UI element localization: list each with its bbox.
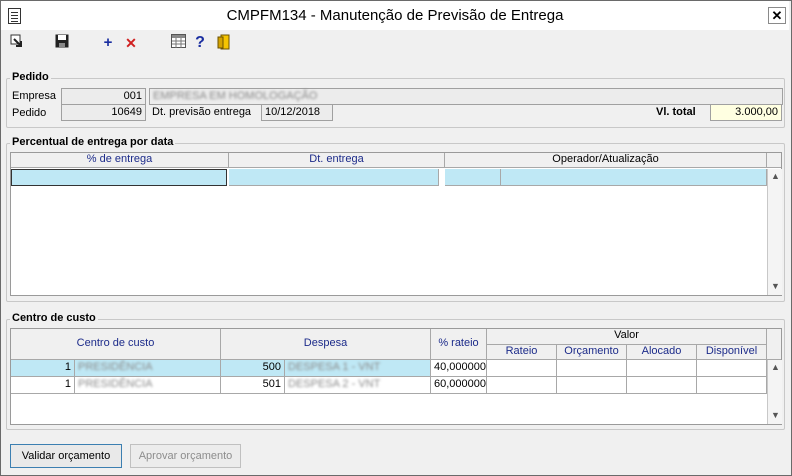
desp-name-cell: DESPESA 1 - VNT bbox=[285, 360, 431, 377]
rateio-pct-cell[interactable]: 40,000000 bbox=[431, 360, 487, 377]
aprovar-orcamento-button[interactable]: Aprovar orçamento bbox=[130, 444, 241, 468]
dt-previsao-field[interactable]: 10/12/2018 bbox=[261, 104, 333, 121]
centro-grid: Centro de custo Despesa % rateio Valor R… bbox=[10, 328, 782, 425]
disponivel-cell bbox=[697, 377, 767, 394]
title-bar: CMPFM134 - Manutenção de Previsão de Ent… bbox=[1, 1, 789, 30]
col-header-despesa[interactable]: Despesa bbox=[221, 329, 431, 360]
cc-name-text: PRESIDÊNCIA bbox=[78, 378, 153, 390]
desp-code-cell[interactable]: 500 bbox=[221, 360, 285, 377]
operador-cell[interactable] bbox=[445, 169, 501, 186]
table-row[interactable]: 1 PRESIDÊNCIA 501 DESPESA 2 - VNT 60,000… bbox=[11, 377, 767, 394]
total-field[interactable]: 3.000,00 bbox=[710, 104, 782, 121]
scroll-up-icon[interactable]: ▲ bbox=[768, 362, 783, 372]
add-icon[interactable]: + bbox=[99, 34, 117, 52]
col-header-valor: Valor bbox=[487, 329, 767, 345]
percentual-scrollbar[interactable]: ▲ ▼ bbox=[767, 169, 782, 295]
pedido-number-field[interactable]: 10649 bbox=[61, 104, 146, 121]
desp-name-text: DESPESA 2 - VNT bbox=[288, 378, 381, 390]
col-header-rateio-pct[interactable]: % rateio bbox=[431, 329, 487, 360]
col-header-operador[interactable]: Operador/Atualização bbox=[445, 153, 767, 168]
col-header-centro[interactable]: Centro de custo bbox=[11, 329, 221, 360]
rateio-cell bbox=[487, 377, 557, 394]
grid-corner bbox=[767, 153, 781, 168]
close-button[interactable]: ✕ bbox=[768, 7, 786, 24]
scroll-down-icon[interactable]: ▼ bbox=[768, 281, 783, 291]
rateio-cell bbox=[487, 360, 557, 377]
col-header-alocado[interactable]: Alocado bbox=[627, 345, 697, 360]
cc-code-cell[interactable]: 1 bbox=[11, 360, 75, 377]
help-icon[interactable]: ? bbox=[191, 34, 209, 52]
scroll-down-icon[interactable]: ▼ bbox=[768, 410, 783, 420]
rateio-pct-cell[interactable]: 60,000000 bbox=[431, 377, 487, 394]
validar-orcamento-button[interactable]: Validar orçamento bbox=[10, 444, 122, 468]
pct-entrega-input[interactable] bbox=[11, 169, 227, 186]
col-header-disponivel[interactable]: Disponível bbox=[697, 345, 767, 360]
exit-arrow-icon[interactable] bbox=[8, 34, 26, 52]
disponivel-cell bbox=[697, 360, 767, 377]
cc-name-text: PRESIDÊNCIA bbox=[78, 361, 153, 373]
empresa-label: Empresa bbox=[12, 90, 57, 102]
percentual-group-title: Percentual de entrega por data bbox=[10, 136, 176, 148]
col-header-dt-entrega[interactable]: Dt. entrega bbox=[229, 153, 445, 168]
scroll-up-icon[interactable]: ▲ bbox=[768, 171, 783, 181]
pedido-label: Pedido bbox=[12, 107, 47, 119]
delete-icon[interactable]: ✕ bbox=[122, 34, 140, 52]
desp-code-cell[interactable]: 501 bbox=[221, 377, 285, 394]
grid-corner bbox=[767, 329, 781, 360]
cc-code-cell[interactable]: 1 bbox=[11, 377, 75, 394]
table-row[interactable]: 1 PRESIDÊNCIA 500 DESPESA 1 - VNT 40,000… bbox=[11, 360, 767, 377]
desp-name-text: DESPESA 1 - VNT bbox=[288, 361, 381, 373]
col-header-pct-entrega[interactable]: % de entrega bbox=[11, 153, 229, 168]
pedido-group-title: Pedido bbox=[10, 71, 51, 83]
orcamento-cell bbox=[557, 377, 627, 394]
alocado-cell bbox=[627, 360, 697, 377]
dt-entrega-input[interactable] bbox=[229, 169, 439, 186]
window-title: CMPFM134 - Manutenção de Previsão de Ent… bbox=[226, 7, 564, 24]
alocado-cell bbox=[627, 377, 697, 394]
centro-scrollbar[interactable]: ▲ ▼ bbox=[767, 360, 782, 424]
door-exit-icon[interactable] bbox=[215, 34, 233, 52]
centro-group-title: Centro de custo bbox=[10, 312, 98, 324]
orcamento-cell bbox=[557, 360, 627, 377]
desp-name-cell: DESPESA 2 - VNT bbox=[285, 377, 431, 394]
col-header-orcamento[interactable]: Orçamento bbox=[557, 345, 627, 360]
empresa-name-text: EMPRESA EM HOMOLOGAÇÃO bbox=[153, 90, 318, 102]
atualizacao-cell[interactable] bbox=[501, 169, 767, 186]
toolbar: + ✕ ? bbox=[1, 30, 789, 56]
empresa-code-field[interactable]: 001 bbox=[61, 88, 146, 105]
empresa-name-field: EMPRESA EM HOMOLOGAÇÃO bbox=[149, 88, 783, 105]
total-label: Vl. total bbox=[656, 106, 696, 118]
save-icon[interactable] bbox=[53, 34, 71, 52]
calculator-icon[interactable] bbox=[169, 34, 187, 52]
cc-name-cell: PRESIDÊNCIA bbox=[75, 360, 221, 377]
dt-previsao-label: Dt. previsão entrega bbox=[152, 106, 252, 118]
col-header-rateio[interactable]: Rateio bbox=[487, 345, 557, 360]
percentual-grid: % de entrega Dt. entrega Operador/Atuali… bbox=[10, 152, 782, 296]
cc-name-cell: PRESIDÊNCIA bbox=[75, 377, 221, 394]
